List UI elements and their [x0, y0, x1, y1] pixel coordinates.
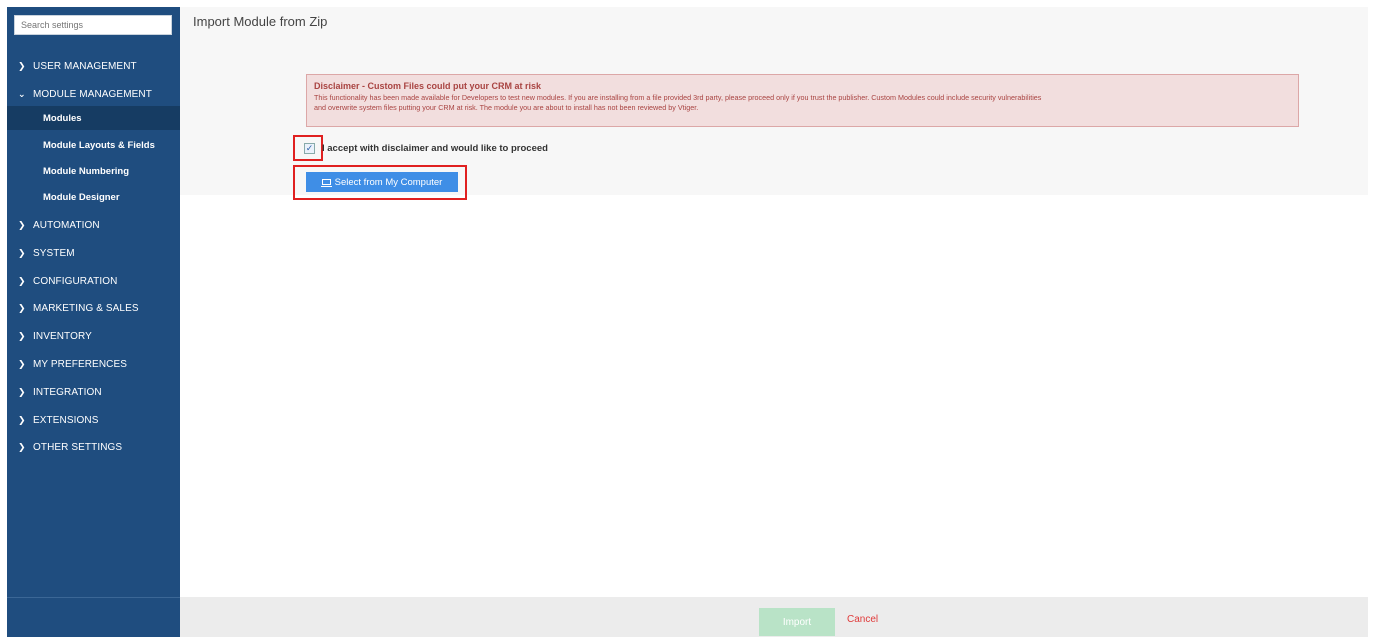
- sidebar-item-automation[interactable]: ❯ AUTOMATION: [7, 213, 180, 237]
- chevron-right-icon: ❯: [18, 247, 26, 258]
- sidebar-item-label: MODULE MANAGEMENT: [33, 88, 152, 100]
- search-settings-input[interactable]: [14, 15, 172, 35]
- sidebar-item-label: SYSTEM: [33, 247, 75, 259]
- sidebar-item-label: CONFIGURATION: [33, 275, 118, 287]
- laptop-icon: [320, 179, 332, 187]
- sidebar-item-label: INTEGRATION: [33, 386, 102, 398]
- chevron-right-icon: ❯: [18, 60, 26, 71]
- sidebar-subitem-modules[interactable]: Modules: [7, 106, 180, 130]
- sidebar-item-my-preferences[interactable]: ❯ MY PREFERENCES: [7, 352, 180, 376]
- sidebar-item-label: EXTENSIONS: [33, 414, 99, 426]
- sidebar-item-configuration[interactable]: ❯ CONFIGURATION: [7, 269, 180, 293]
- sidebar-item-extensions[interactable]: ❯ EXTENSIONS: [7, 408, 180, 432]
- sidebar-item-inventory[interactable]: ❯ INVENTORY: [7, 324, 180, 348]
- select-from-computer-label: Select from My Computer: [334, 176, 443, 188]
- sidebar-subitem-label: Module Designer: [43, 191, 120, 203]
- sidebar-item-integration[interactable]: ❯ INTEGRATION: [7, 380, 180, 404]
- chevron-right-icon: ❯: [18, 441, 26, 452]
- sidebar-subitem-module-designer[interactable]: Module Designer: [7, 185, 180, 209]
- select-from-computer-button[interactable]: Select from My Computer: [306, 172, 458, 192]
- chevron-down-icon: ⌄: [18, 88, 26, 99]
- sidebar-item-system[interactable]: ❯ SYSTEM: [7, 241, 180, 265]
- chevron-right-icon: ❯: [18, 414, 26, 425]
- chevron-right-icon: ❯: [18, 386, 26, 397]
- page-title: Import Module from Zip: [193, 14, 328, 29]
- sidebar-subitem-label: Module Numbering: [43, 165, 130, 177]
- cancel-link[interactable]: Cancel: [847, 614, 878, 625]
- sidebar-item-other-settings[interactable]: ❯ OTHER SETTINGS: [7, 435, 180, 459]
- import-button[interactable]: Import: [759, 608, 835, 636]
- settings-sidebar: ❯ USER MANAGEMENT ⌄ MODULE MANAGEMENT Mo…: [7, 7, 180, 637]
- sidebar-item-label: MY PREFERENCES: [33, 358, 128, 370]
- chevron-right-icon: ❯: [18, 302, 26, 313]
- sidebar-item-label: AUTOMATION: [33, 219, 100, 231]
- sidebar-item-label: OTHER SETTINGS: [33, 441, 123, 453]
- disclaimer-title: Disclaimer - Custom Files could put your…: [314, 81, 542, 91]
- disclaimer-alert: Disclaimer - Custom Files could put your…: [306, 74, 1299, 127]
- disclaimer-body: This functionality has been made availab…: [314, 93, 1291, 113]
- sidebar-item-label: MARKETING & SALES: [33, 302, 139, 314]
- sidebar-divider: [7, 597, 180, 598]
- sidebar-item-label: USER MANAGEMENT: [33, 60, 137, 72]
- chevron-right-icon: ❯: [18, 219, 26, 230]
- chevron-right-icon: ❯: [18, 358, 26, 369]
- sidebar-item-marketing-sales[interactable]: ❯ MARKETING & SALES: [7, 296, 180, 320]
- sidebar-subitem-label: Modules: [43, 112, 82, 124]
- disclaimer-body-line: This functionality has been made availab…: [314, 93, 1042, 102]
- sidebar-subitem-module-layouts-fields[interactable]: Module Layouts & Fields: [7, 133, 180, 157]
- chevron-right-icon: ❯: [18, 330, 26, 341]
- sidebar-subitem-module-numbering[interactable]: Module Numbering: [7, 159, 180, 183]
- disclaimer-body-line: and overwrite system files putting your …: [314, 103, 699, 112]
- sidebar-item-label: INVENTORY: [33, 330, 92, 342]
- accept-disclaimer-label: I accept with disclaimer and would like …: [322, 143, 548, 154]
- sidebar-item-module-management[interactable]: ⌄ MODULE MANAGEMENT: [7, 82, 180, 106]
- sidebar-subitem-label: Module Layouts & Fields: [43, 139, 155, 151]
- accept-disclaimer-checkbox[interactable]: ✓: [304, 143, 315, 154]
- sidebar-item-user-management[interactable]: ❯ USER MANAGEMENT: [7, 54, 180, 78]
- chevron-right-icon: ❯: [18, 275, 26, 286]
